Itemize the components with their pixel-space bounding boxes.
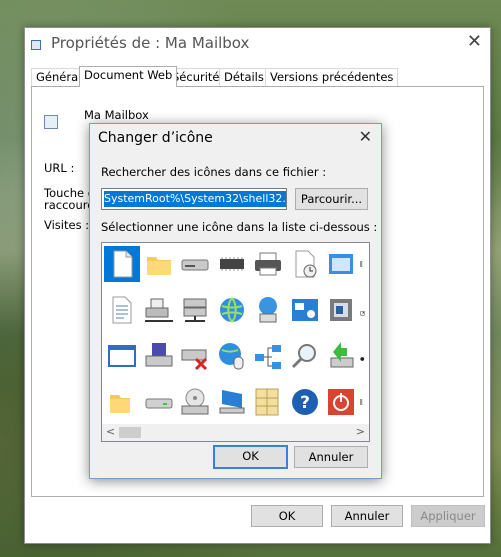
apply-button[interactable]: Appliquer (411, 505, 485, 527)
pages-icon[interactable] (250, 384, 286, 420)
window-panel-icon[interactable] (323, 292, 359, 328)
icon-file-path-input[interactable]: SystemRoot%\System32\shell32.dll (101, 188, 287, 210)
network-globe-icon[interactable] (250, 292, 286, 328)
tab-details[interactable]: Détails (219, 68, 269, 86)
green-arrow-icon[interactable] (323, 338, 359, 374)
close-icon[interactable]: ✕ (467, 31, 482, 52)
horizontal-scrollbar[interactable]: < > (102, 424, 369, 441)
disconnected-drive-icon[interactable] (177, 338, 213, 374)
power-icon[interactable] (323, 384, 359, 420)
scroll-thumb[interactable] (119, 427, 141, 438)
cd-drive-icon[interactable] (177, 384, 213, 420)
network-drive-icon[interactable] (141, 292, 177, 328)
blank-document-icon[interactable] (104, 246, 140, 282)
select-label: Sélectionner une icône dans la liste ci-… (101, 220, 378, 234)
dialog-close-icon[interactable]: ✕ (359, 127, 372, 146)
window-frame-icon[interactable] (323, 246, 359, 282)
folder-icon[interactable] (141, 246, 177, 282)
search-label: Rechercher des icônes dans ce fichier : (101, 165, 327, 179)
help-icon[interactable]: ? (287, 384, 323, 420)
globe-icon[interactable] (214, 292, 250, 328)
dialog-cancel-button[interactable]: Annuler (294, 446, 368, 468)
server-drive-icon[interactable] (177, 292, 213, 328)
url-label: URL : (44, 161, 75, 175)
application-window-icon[interactable] (104, 338, 140, 374)
shortcut-name: Ma Mailbox (84, 108, 149, 122)
svg-text:?: ? (300, 393, 310, 413)
search-icon[interactable] (287, 338, 323, 374)
window-title: Propriétés de : Ma Mailbox (51, 34, 250, 52)
tab-previous-versions[interactable]: Versions précédentes (265, 68, 399, 86)
shortcut-arrow-icon[interactable] (360, 292, 370, 328)
cancel-button[interactable]: Annuler (331, 505, 403, 527)
text-document-icon[interactable] (104, 292, 140, 328)
visits-label: Visites : (44, 218, 90, 232)
folder-half-icon[interactable] (104, 384, 140, 420)
title-bar[interactable]: Propriétés de : Ma Mailbox ✕ (25, 28, 490, 58)
hard-drive-icon[interactable] (141, 384, 177, 420)
path-selected-text: SystemRoot%\System32\shell32.dll (104, 191, 286, 207)
shortcut-icon (31, 40, 41, 50)
partial-icon[interactable] (359, 246, 370, 282)
ok-button[interactable]: OK (251, 505, 323, 527)
dialog-title: Changer d’icône (98, 130, 213, 146)
browse-button[interactable]: Parcourir... (295, 188, 368, 210)
scroll-right-icon[interactable]: > (356, 425, 365, 438)
network-icon[interactable] (250, 338, 286, 374)
floppy-drive-icon[interactable] (141, 338, 177, 374)
printer-icon[interactable] (250, 246, 286, 282)
desktop-computer-icon[interactable] (214, 384, 250, 420)
globe-mouse-icon[interactable] (214, 338, 250, 374)
control-panel-icon[interactable] (287, 292, 323, 328)
document-clock-icon[interactable] (287, 246, 323, 282)
partial-icon[interactable] (359, 384, 370, 420)
dialog-ok-button[interactable]: OK (213, 445, 288, 469)
change-icon-dialog: Changer d’icône ✕ Rechercher des icônes … (89, 123, 382, 479)
tab-web-document[interactable]: Document Web (79, 66, 178, 87)
shortcut-link-icon (44, 115, 58, 129)
memory-chip-icon[interactable] (214, 246, 250, 282)
scroll-left-icon[interactable]: < (106, 425, 115, 438)
cd-partial-icon[interactable] (359, 338, 370, 374)
icon-list[interactable]: ? < > (101, 242, 370, 442)
drive-icon[interactable] (177, 246, 213, 282)
